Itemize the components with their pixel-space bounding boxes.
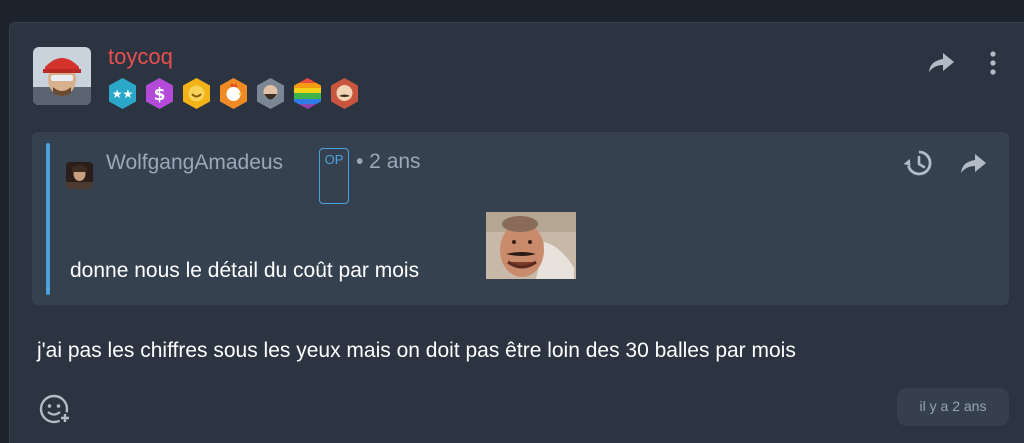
share-quote-icon[interactable]: [958, 151, 988, 177]
post-timestamp: il y a 2 ans: [897, 388, 1009, 426]
rainbow-badge-icon[interactable]: [292, 77, 323, 110]
quote-indicator-bar: [46, 143, 50, 295]
stars-badge-icon[interactable]: ★★: [107, 77, 138, 110]
quote-text: donne nous le détail du coût par mois: [70, 259, 420, 282]
badge-list: ★★ $: [107, 77, 360, 110]
history-icon[interactable]: [903, 148, 933, 178]
bearded-face-badge-icon[interactable]: [255, 77, 286, 110]
rooster-badge-icon[interactable]: [218, 77, 249, 110]
dollar-badge-icon[interactable]: $: [144, 77, 175, 110]
svg-text:$: $: [154, 85, 166, 105]
quote-time: • 2 ans: [356, 150, 421, 173]
svg-text:★★: ★★: [112, 87, 134, 101]
message-text: j'ai pas les chiffres sous les yeux mais…: [37, 339, 796, 362]
mustache-face-badge-icon[interactable]: [329, 77, 360, 110]
smile-badge-icon[interactable]: [181, 77, 212, 110]
more-options-icon[interactable]: [985, 50, 1001, 76]
share-icon[interactable]: [926, 50, 956, 76]
laughing-man-sticker: [486, 212, 576, 279]
quote-author-avatar[interactable]: [66, 162, 93, 189]
add-reaction-icon[interactable]: [38, 393, 72, 425]
avatar[interactable]: [33, 47, 91, 105]
op-badge: OP: [319, 148, 349, 204]
top-bar: [0, 0, 1024, 22]
quote-author-name[interactable]: WolfgangAmadeus: [106, 150, 306, 176]
username[interactable]: toycoq: [108, 44, 173, 70]
